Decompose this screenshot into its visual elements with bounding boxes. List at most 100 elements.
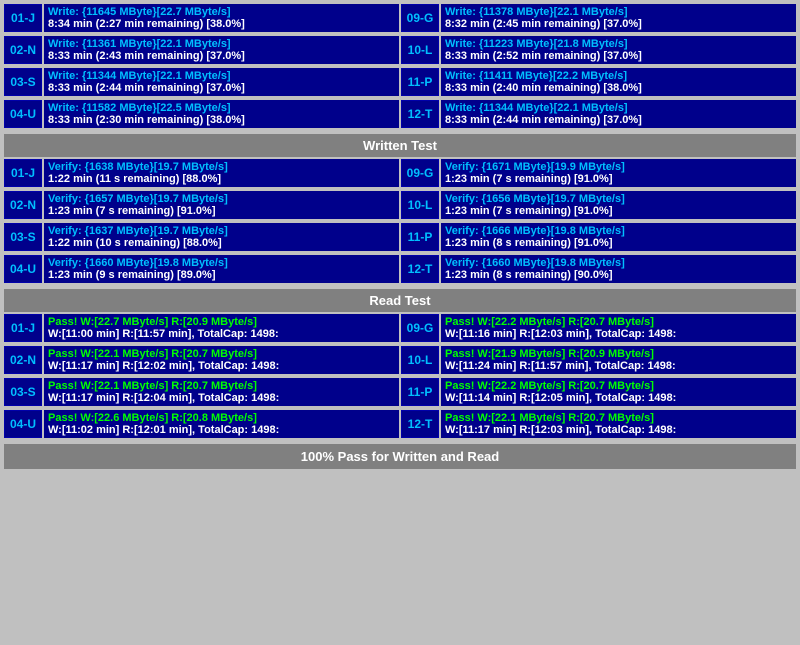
row-line1: Verify: {1657 MByte}[19.7 MByte/s] [48,193,395,205]
row-line1: Verify: {1637 MByte}[19.7 MByte/s] [48,225,395,237]
row-id-label: 10-L [401,346,439,374]
row-line1: Write: {11223 MByte}[21.8 MByte/s] [445,38,792,50]
row-line2: 8:34 min (2:27 min remaining) [38.0%] [48,18,395,30]
row-id-label: 09-G [401,159,439,187]
table-row: 11-PPass! W:[22.2 MByte/s] R:[20.7 MByte… [401,378,796,406]
footer-status: 100% Pass for Written and Read [4,444,796,469]
row-line2: 8:32 min (2:45 min remaining) [37.0%] [445,18,792,30]
row-line1: Pass! W:[22.2 MByte/s] R:[20.7 MByte/s] [445,316,792,328]
row-data-box: Write: {11645 MByte}[22.7 MByte/s]8:34 m… [44,4,399,32]
table-row: 09-GWrite: {11378 MByte}[22.1 MByte/s]8:… [401,4,796,32]
row-line1: Verify: {1660 MByte}[19.8 MByte/s] [48,257,395,269]
row-line2: W:[11:17 min] R:[12:02 min], TotalCap: 1… [48,360,395,372]
row-data-box: Write: {11361 MByte}[22.1 MByte/s]8:33 m… [44,36,399,64]
table-row: 10-LPass! W:[21.9 MByte/s] R:[20.9 MByte… [401,346,796,374]
table-row: 02-NWrite: {11361 MByte}[22.1 MByte/s]8:… [4,36,399,64]
row-data-box: Pass! W:[22.2 MByte/s] R:[20.7 MByte/s]W… [441,314,796,342]
row-line1: Write: {11411 MByte}[22.2 MByte/s] [445,70,792,82]
row-id-label: 04-U [4,410,42,438]
table-row: 04-UVerify: {1660 MByte}[19.8 MByte/s]1:… [4,255,399,283]
row-line1: Write: {11344 MByte}[22.1 MByte/s] [445,102,792,114]
row-id-label: 03-S [4,223,42,251]
row-line1: Pass! W:[22.2 MByte/s] R:[20.7 MByte/s] [445,380,792,392]
row-id-label: 01-J [4,314,42,342]
table-row: 03-SWrite: {11344 MByte}[22.1 MByte/s]8:… [4,68,399,96]
table-row: 02-N Pass! W:[22.1 MByte/s] R:[20.7 MByte… [4,346,399,374]
row-line1: Pass! W:[22.1 MByte/s] R:[20.7 MByte/s] [48,380,395,392]
row-data-box: Verify: {1637 MByte}[19.7 MByte/s]1:22 m… [44,223,399,251]
row-line1: Pass! W:[22.7 MByte/s] R:[20.9 MByte/s] [48,316,395,328]
row-data-box: Pass! W:[22.1 MByte/s] R:[20.7 MByte/s]W… [441,410,796,438]
row-data-box: Write: {11344 MByte}[22.1 MByte/s]8:33 m… [44,68,399,96]
row-id-label: 03-S [4,378,42,406]
row-id-label: 04-U [4,255,42,283]
verify-section: 01-JVerify: {1638 MByte}[19.7 MByte/s]1:… [4,159,796,312]
table-row: 09-GPass! W:[22.2 MByte/s] R:[20.7 MByte… [401,314,796,342]
row-line2: 1:23 min (8 s remaining) [90.0%] [445,269,792,281]
row-data-box: Pass! W:[22.6 MByte/s] R:[20.8 MByte/s]W… [44,410,399,438]
row-data-box: Verify: {1638 MByte}[19.7 MByte/s]1:22 m… [44,159,399,187]
table-row: 02-NVerify: {1657 MByte}[19.7 MByte/s]1:… [4,191,399,219]
read-test-header: Read Test [4,289,796,312]
table-row: 12-TPass! W:[22.1 MByte/s] R:[20.7 MByte… [401,410,796,438]
row-line2: W:[11:16 min] R:[12:03 min], TotalCap: 1… [445,328,792,340]
row-data-box: Verify: {1671 MByte}[19.9 MByte/s]1:23 m… [441,159,796,187]
row-line2: 8:33 min (2:52 min remaining) [37.0%] [445,50,792,62]
table-row: 10-L Write: {11223 MByte}[21.8 MByte/s]8:… [401,36,796,64]
row-id-label: 10-L [401,36,439,64]
row-line1: Verify: {1660 MByte}[19.8 MByte/s] [445,257,792,269]
row-line1: Write: {11378 MByte}[22.1 MByte/s] [445,6,792,18]
read-grid: 01-JPass! W:[22.7 MByte/s] R:[20.9 MByte… [4,314,796,440]
row-line2: W:[11:17 min] R:[12:03 min], TotalCap: 1… [445,424,792,436]
write-header: Written Test [4,134,796,157]
row-data-box: Pass! W:[21.9 MByte/s] R:[20.9 MByte/s]W… [441,346,796,374]
row-id-label: 10-L [401,191,439,219]
row-line2: 1:22 min (10 s remaining) [88.0%] [48,237,395,249]
row-line2: 8:33 min (2:44 min remaining) [37.0%] [48,82,395,94]
row-id-label: 02-N [4,191,42,219]
row-id-label: 12-T [401,100,439,128]
row-line1: Pass! W:[21.9 MByte/s] R:[20.9 MByte/s] [445,348,792,360]
table-row: 01-JPass! W:[22.7 MByte/s] R:[20.9 MByte… [4,314,399,342]
row-line2: 8:33 min (2:43 min remaining) [37.0%] [48,50,395,62]
row-line1: Pass! W:[22.6 MByte/s] R:[20.8 MByte/s] [48,412,395,424]
row-line2: 1:23 min (8 s remaining) [91.0%] [445,237,792,249]
row-id-label: 02-N [4,346,42,374]
row-id-label: 02-N [4,36,42,64]
row-data-box: Pass! W:[22.7 MByte/s] R:[20.9 MByte/s]W… [44,314,399,342]
write-grid: 01-JWrite: {11645 MByte}[22.7 MByte/s]8:… [4,4,796,130]
row-line1: Verify: {1671 MByte}[19.9 MByte/s] [445,161,792,173]
table-row: 03-SVerify: {1637 MByte}[19.7 MByte/s]1:… [4,223,399,251]
row-id-label: 09-G [401,314,439,342]
row-data-box: Write: {11411 MByte}[22.2 MByte/s]8:33 m… [441,68,796,96]
row-line1: Write: {11582 MByte}[22.5 MByte/s] [48,102,395,114]
row-line2: 8:33 min (2:40 min remaining) [38.0%] [445,82,792,94]
table-row: 10-L Verify: {1656 MByte}[19.7 MByte/s]1:… [401,191,796,219]
row-data-box: Verify: {1666 MByte}[19.8 MByte/s]1:23 m… [441,223,796,251]
row-line1: Write: {11645 MByte}[22.7 MByte/s] [48,6,395,18]
row-line1: Verify: {1638 MByte}[19.7 MByte/s] [48,161,395,173]
row-line1: Verify: {1656 MByte}[19.7 MByte/s] [445,193,792,205]
main-container: 01-JWrite: {11645 MByte}[22.7 MByte/s]8:… [0,0,800,475]
table-row: 04-UWrite: {11582 MByte}[22.5 MByte/s]8:… [4,100,399,128]
row-id-label: 12-T [401,255,439,283]
row-data-box: Write: {11582 MByte}[22.5 MByte/s]8:33 m… [44,100,399,128]
row-line2: W:[11:00 min] R:[11:57 min], TotalCap: 1… [48,328,395,340]
row-line2: 8:33 min (2:44 min remaining) [37.0%] [445,114,792,126]
row-id-label: 01-J [4,4,42,32]
row-id-label: 04-U [4,100,42,128]
row-line2: 1:23 min (7 s remaining) [91.0%] [445,205,792,217]
row-line2: W:[11:17 min] R:[12:04 min], TotalCap: 1… [48,392,395,404]
table-row: 12-TVerify: {1660 MByte}[19.8 MByte/s]1:… [401,255,796,283]
row-data-box: Verify: {1657 MByte}[19.7 MByte/s]1:23 m… [44,191,399,219]
verify-grid: 01-JVerify: {1638 MByte}[19.7 MByte/s]1:… [4,159,796,285]
row-id-label: 01-J [4,159,42,187]
row-line1: Pass! W:[22.1 MByte/s] R:[20.7 MByte/s] [48,348,395,360]
row-line2: W:[11:14 min] R:[12:05 min], TotalCap: 1… [445,392,792,404]
row-line1: Verify: {1666 MByte}[19.8 MByte/s] [445,225,792,237]
row-data-box: Write: {11378 MByte}[22.1 MByte/s]8:32 m… [441,4,796,32]
row-line2: 1:22 min (11 s remaining) [88.0%] [48,173,395,185]
row-line2: 1:23 min (7 s remaining) [91.0%] [445,173,792,185]
row-data-box: Verify: {1660 MByte}[19.8 MByte/s]1:23 m… [441,255,796,283]
table-row: 11-PWrite: {11411 MByte}[22.2 MByte/s]8:… [401,68,796,96]
